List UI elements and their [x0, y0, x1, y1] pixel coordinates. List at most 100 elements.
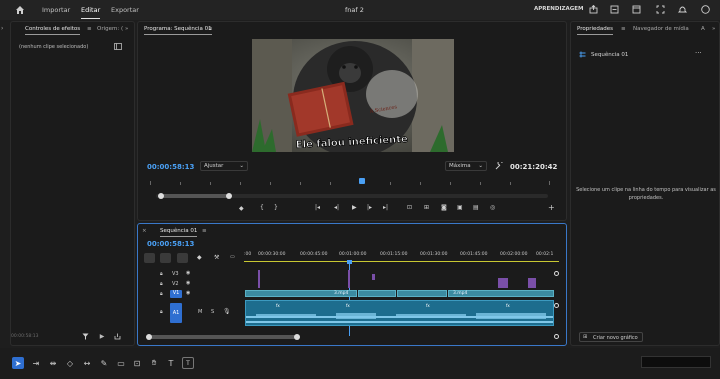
export-frame-icon[interactable] [113, 332, 121, 340]
lock-icon[interactable]: 🔒︎ [160, 281, 163, 287]
snap-button[interactable] [144, 253, 155, 263]
hand-tool-icon[interactable]: ✋︎ [148, 357, 160, 369]
help-icon[interactable] [700, 4, 711, 15]
home-icon[interactable] [14, 4, 26, 16]
crop-icon[interactable]: ⊡ [131, 357, 143, 369]
linked-selection-button[interactable] [160, 253, 171, 263]
video-clip[interactable] [358, 290, 396, 297]
captions-icon[interactable]: ▭ [230, 254, 235, 260]
notifications-icon[interactable] [677, 4, 688, 15]
vertical-zoom-handle[interactable] [554, 271, 559, 276]
timeline-scrollbar[interactable] [146, 334, 300, 340]
mute-button[interactable]: M [198, 309, 202, 315]
pen-tool-icon[interactable]: ✎ [98, 357, 110, 369]
program-current-timecode[interactable]: 00:00:58:13 [147, 163, 194, 171]
type-tool-icon[interactable]: T [165, 357, 177, 369]
comparison-view-icon[interactable]: ▣ [457, 204, 463, 211]
program-tabs: Programa: Sequência 01 ≡ [138, 22, 566, 36]
extract-icon[interactable]: ⊞ [424, 204, 429, 211]
track-label-v3[interactable]: V3 [172, 271, 179, 277]
caption-tool-icon[interactable]: T [182, 357, 194, 369]
lock-icon[interactable]: 🔒︎ [160, 309, 163, 315]
menu-icon[interactable]: ≡ [208, 26, 213, 32]
lock-icon[interactable]: 🔒︎ [160, 291, 163, 297]
menu-icon[interactable]: ≡ [202, 228, 207, 234]
eye-icon[interactable]: ◉ [186, 270, 190, 276]
tab-program[interactable]: Programa: Sequência 01 [144, 26, 212, 35]
panel-toggle-icon[interactable] [113, 42, 122, 50]
eye-icon[interactable]: ◉ [186, 280, 190, 286]
video-clip[interactable]: 3.mp4 [245, 290, 357, 297]
menu-edit[interactable]: Editar [81, 6, 101, 19]
tab-more[interactable]: A [701, 26, 705, 32]
multicam-icon[interactable]: ▤ [473, 204, 479, 211]
slip-tool-icon[interactable]: ↔ [81, 357, 93, 369]
fullscreen-icon[interactable] [655, 4, 666, 15]
microphone-icon[interactable]: 🎙︎ [223, 308, 231, 315]
workspace-learning[interactable]: APRENDIZAGEM [534, 6, 583, 12]
rectangle-tool-icon[interactable]: ▭ [115, 357, 127, 369]
button-editor-icon[interactable]: + [548, 203, 555, 212]
track-select-forward-icon[interactable]: ⇥ [30, 357, 42, 369]
left-collapse-icon[interactable]: › [1, 25, 3, 32]
video-clip[interactable]: 3.mp4 [448, 290, 554, 297]
more-tabs-icon[interactable]: » [125, 26, 128, 32]
lift-icon[interactable]: ⊡ [407, 204, 412, 211]
ruler-label: 00:00:30:00 [258, 252, 286, 257]
menu-icon[interactable]: ≡ [87, 26, 92, 32]
program-ruler[interactable] [150, 179, 550, 187]
program-playhead[interactable] [359, 178, 365, 184]
tab-properties[interactable]: Propriedades [577, 26, 613, 35]
program-zoom-scrollbar[interactable] [156, 193, 548, 199]
more-options-icon[interactable]: ··· [695, 49, 702, 57]
marker-icon[interactable]: ◆ [197, 254, 202, 261]
export-icon[interactable] [609, 4, 620, 15]
mark-out-icon[interactable]: } [274, 204, 278, 211]
play-only-audio-icon[interactable]: ▶ [98, 332, 106, 340]
tab-effect-controls[interactable]: Controles de efeitos [25, 26, 81, 35]
eye-icon[interactable]: ◉ [186, 290, 190, 296]
new-graphic-button[interactable]: ⊞ Criar novo gráfico [579, 332, 643, 342]
tab-media-browser[interactable]: Navegador de mídia [633, 26, 689, 32]
razor-icon[interactable]: ◇ [64, 357, 76, 369]
add-marker-button[interactable] [177, 253, 188, 263]
sequence-icon [579, 51, 586, 58]
step-forward-icon[interactable]: |▸ [367, 204, 372, 211]
ripple-edit-icon[interactable]: ⇹ [47, 357, 59, 369]
step-back-icon[interactable]: ◂| [334, 204, 339, 211]
solo-button[interactable]: S [211, 309, 214, 315]
timeline-timecode[interactable]: 00:00:58:13 [147, 240, 194, 248]
vertical-zoom-handle[interactable] [554, 334, 559, 339]
track-label-v1[interactable]: V1 [170, 290, 182, 298]
go-to-out-icon[interactable]: ▸| [383, 204, 388, 211]
play-icon[interactable]: ▶ [352, 204, 357, 211]
fit-dropdown[interactable]: Ajustar ⌄ [200, 161, 248, 171]
camera-icon[interactable]: ◙ [441, 204, 447, 211]
wrench-icon[interactable]: ⚒ [214, 254, 219, 261]
timeline-ruler[interactable]: :00 00:00:30:00 00:00:45:00 00:01:00:00 … [244, 252, 559, 264]
lock-icon[interactable]: 🔒︎ [160, 271, 163, 277]
audio-clip[interactable]: fx fx fx fx [245, 300, 554, 326]
menu-icon[interactable]: ≡ [621, 26, 626, 32]
filter-icon[interactable] [81, 332, 89, 340]
menu-import[interactable]: Importar [42, 6, 70, 14]
menu-export[interactable]: Exportar [111, 6, 139, 14]
more-tabs-icon[interactable]: » [712, 26, 715, 32]
vertical-zoom-handle[interactable] [554, 303, 559, 308]
share-icon[interactable] [588, 4, 599, 15]
selection-tool-icon[interactable]: ➤ [12, 357, 24, 369]
vr-video-icon[interactable]: ◎ [490, 204, 495, 211]
tab-source[interactable]: Origem: ( [97, 26, 123, 32]
mark-in-icon[interactable]: { [260, 204, 264, 211]
track-label-a1[interactable]: A1 [170, 303, 182, 323]
wrench-icon[interactable] [495, 162, 503, 170]
add-marker-icon[interactable]: ◆ [239, 205, 244, 212]
tab-sequence[interactable]: Sequência 01 [160, 228, 198, 237]
track-label-v2[interactable]: V2 [172, 281, 179, 287]
go-to-in-icon[interactable]: |◂ [315, 204, 320, 211]
quality-dropdown[interactable]: Máxima ⌄ [445, 161, 487, 171]
close-tab-icon[interactable]: × [142, 228, 147, 234]
video-clip[interactable] [397, 290, 447, 297]
video-frame: A Sciences Ele falou ineficiente [252, 39, 454, 152]
window-icon[interactable] [631, 4, 642, 15]
